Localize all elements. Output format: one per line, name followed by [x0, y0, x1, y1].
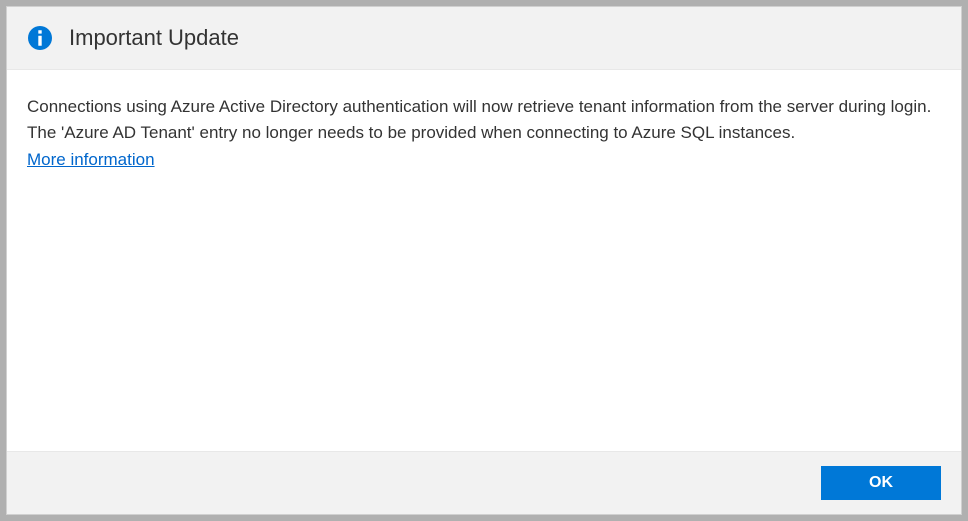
dialog-message: Connections using Azure Active Directory… — [27, 94, 941, 147]
dialog-footer: OK — [7, 451, 961, 514]
more-information-link[interactable]: More information — [27, 147, 155, 173]
dialog-title: Important Update — [69, 25, 239, 51]
dialog-content: Connections using Azure Active Directory… — [7, 70, 961, 451]
ok-button[interactable]: OK — [821, 466, 941, 500]
info-icon — [27, 25, 53, 51]
dialog-header: Important Update — [7, 7, 961, 70]
dialog: Important Update Connections using Azure… — [6, 6, 962, 515]
